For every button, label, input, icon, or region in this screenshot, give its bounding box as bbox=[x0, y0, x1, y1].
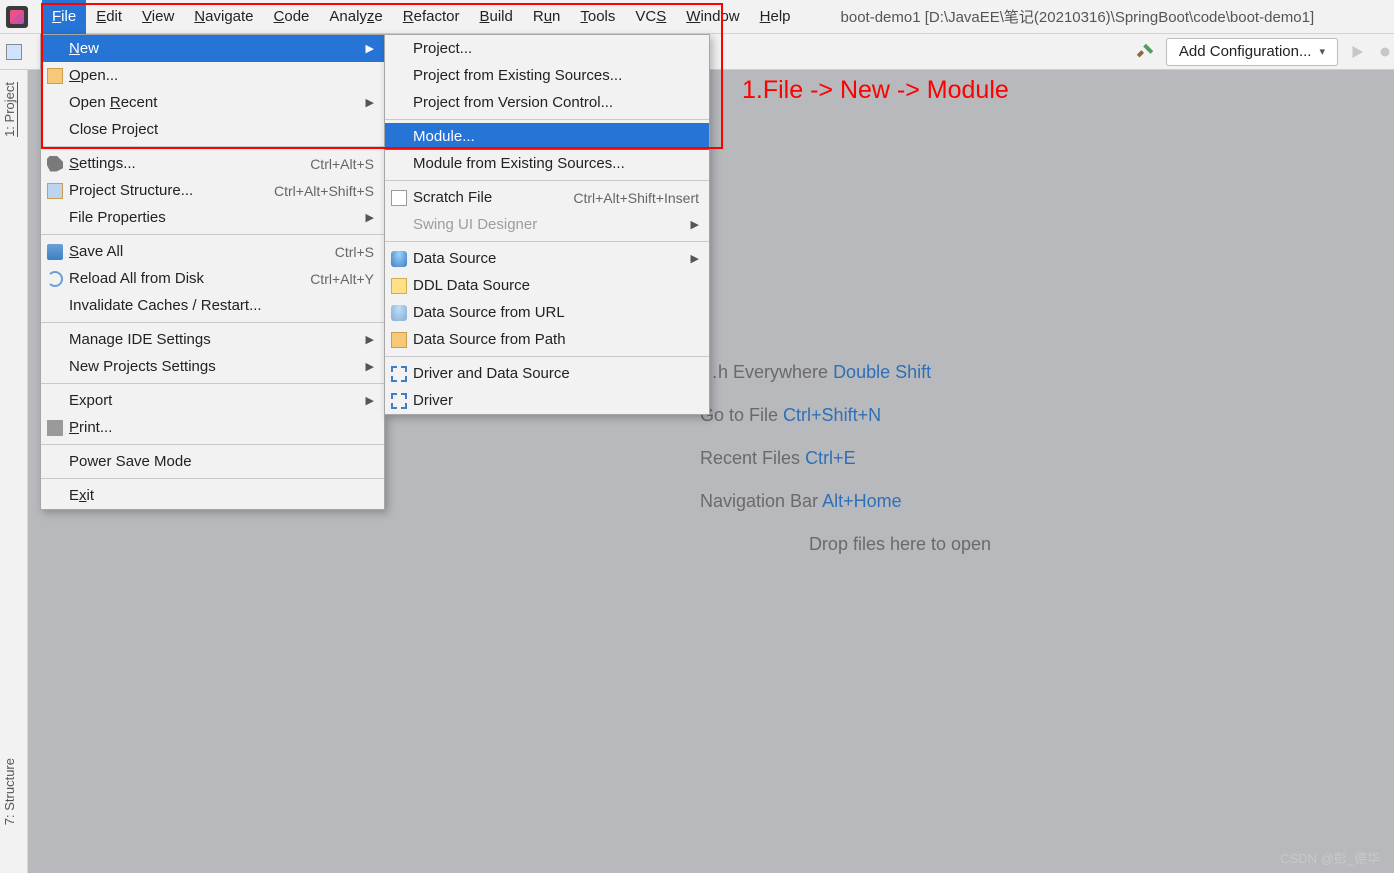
database-url-icon bbox=[391, 305, 407, 321]
hint-drop: Drop files here to open bbox=[700, 534, 1100, 555]
file-invalidate-caches[interactable]: Invalidate Caches / Restart... bbox=[41, 292, 384, 319]
window-title: boot-demo1 [D:\JavaEE\笔记(20210316)\Sprin… bbox=[841, 6, 1315, 27]
menu-analyze[interactable]: Analyze bbox=[319, 0, 392, 34]
menu-window[interactable]: Window bbox=[676, 0, 749, 34]
file-icon bbox=[391, 190, 407, 206]
menu-build[interactable]: Build bbox=[469, 0, 522, 34]
debug-icon[interactable] bbox=[1376, 43, 1394, 61]
file-open[interactable]: Open... bbox=[41, 62, 384, 89]
file-export[interactable]: Export▶ bbox=[41, 387, 384, 414]
watermark: CSDN @彭_德华 bbox=[1280, 848, 1380, 867]
separator bbox=[385, 180, 709, 181]
new-module-existing[interactable]: Module from Existing Sources... bbox=[385, 150, 709, 177]
annotation-text: 1.File -> New -> Module bbox=[742, 76, 1009, 105]
submenu-arrow-icon: ▶ bbox=[366, 96, 374, 109]
file-exit[interactable]: Exit bbox=[41, 482, 384, 509]
file-new-project-settings[interactable]: New Projects Settings▶ bbox=[41, 353, 384, 380]
submenu-arrow-icon: ▶ bbox=[366, 42, 374, 55]
submenu-arrow-icon: ▶ bbox=[691, 218, 699, 231]
new-driver-data-source[interactable]: Driver and Data Source bbox=[385, 360, 709, 387]
file-close-project[interactable]: Close Project bbox=[41, 116, 384, 143]
submenu-arrow-icon: ▶ bbox=[366, 211, 374, 224]
new-module[interactable]: Module... bbox=[385, 123, 709, 150]
menu-code[interactable]: Code bbox=[264, 0, 320, 34]
file-power-save[interactable]: Power Save Mode bbox=[41, 448, 384, 475]
separator bbox=[41, 383, 384, 384]
wrench-icon bbox=[47, 156, 63, 172]
chevron-down-icon: ▾ bbox=[1319, 45, 1325, 58]
driver-ds-icon bbox=[391, 366, 407, 382]
separator bbox=[385, 119, 709, 120]
print-icon bbox=[47, 420, 63, 436]
welcome-hints: …h Everywhere Double Shift Go to File Ct… bbox=[700, 370, 1100, 577]
structure-tool-button[interactable]: 7: Structure bbox=[2, 750, 17, 833]
menu-refactor[interactable]: Refactor bbox=[393, 0, 470, 34]
menu-navigate[interactable]: Navigate bbox=[184, 0, 263, 34]
menu-edit[interactable]: Edit bbox=[86, 0, 132, 34]
ddl-icon bbox=[391, 278, 407, 294]
database-icon bbox=[391, 251, 407, 267]
file-manage-ide-settings[interactable]: Manage IDE Settings▶ bbox=[41, 326, 384, 353]
new-ddl-data-source[interactable]: DDL Data Source bbox=[385, 272, 709, 299]
reload-icon bbox=[47, 271, 63, 287]
file-properties[interactable]: File Properties▶ bbox=[41, 204, 384, 231]
new-data-source-path[interactable]: Data Source from Path bbox=[385, 326, 709, 353]
file-open-recent[interactable]: Open Recent▶ bbox=[41, 89, 384, 116]
driver-icon bbox=[391, 393, 407, 409]
submenu-arrow-icon: ▶ bbox=[366, 360, 374, 373]
hint-gotofile: Go to File Ctrl+Shift+N bbox=[700, 405, 1100, 426]
hint-search: …h Everywhere Double Shift bbox=[700, 362, 1100, 383]
menu-tools[interactable]: Tools bbox=[570, 0, 625, 34]
new-driver[interactable]: Driver bbox=[385, 387, 709, 414]
separator bbox=[41, 322, 384, 323]
menu-run[interactable]: Run bbox=[523, 0, 571, 34]
structure-icon bbox=[47, 183, 63, 199]
hint-navbar: Navigation Bar Alt+Home bbox=[700, 491, 1100, 512]
separator bbox=[41, 146, 384, 147]
submenu-arrow-icon: ▶ bbox=[366, 394, 374, 407]
save-icon bbox=[47, 244, 63, 260]
menu-vcs[interactable]: VCS bbox=[625, 0, 676, 34]
menubar: File Edit View Navigate Code Analyze Ref… bbox=[0, 0, 1394, 34]
new-project-existing[interactable]: Project from Existing Sources... bbox=[385, 62, 709, 89]
submenu-arrow-icon: ▶ bbox=[691, 252, 699, 265]
separator bbox=[41, 234, 384, 235]
folder-icon bbox=[47, 68, 63, 84]
build-icon[interactable] bbox=[1134, 41, 1156, 63]
new-data-source[interactable]: Data Source▶ bbox=[385, 245, 709, 272]
new-scratch-file[interactable]: Scratch FileCtrl+Alt+Shift+Insert bbox=[385, 184, 709, 211]
file-save-all[interactable]: Save AllCtrl+S bbox=[41, 238, 384, 265]
add-configuration-button[interactable]: Add Configuration...▾ bbox=[1166, 38, 1338, 66]
file-settings[interactable]: Settings...Ctrl+Alt+S bbox=[41, 150, 384, 177]
menu-file[interactable]: File bbox=[42, 0, 86, 34]
new-swing-designer: Swing UI Designer▶ bbox=[385, 211, 709, 238]
file-project-structure[interactable]: Project Structure...Ctrl+Alt+Shift+S bbox=[41, 177, 384, 204]
new-project-vcs[interactable]: Project from Version Control... bbox=[385, 89, 709, 116]
file-dropdown: New▶ Open... Open Recent▶ Close Project … bbox=[40, 34, 385, 510]
new-project[interactable]: Project... bbox=[385, 35, 709, 62]
project-view-icon[interactable] bbox=[6, 44, 22, 60]
run-icon[interactable] bbox=[1348, 43, 1366, 61]
app-icon bbox=[6, 6, 28, 28]
left-tool-strip: 1: Project 7: Structure bbox=[0, 70, 28, 873]
file-print[interactable]: Print... bbox=[41, 414, 384, 441]
submenu-arrow-icon: ▶ bbox=[366, 333, 374, 346]
hint-recent: Recent Files Ctrl+E bbox=[700, 448, 1100, 469]
new-submenu: Project... Project from Existing Sources… bbox=[384, 34, 710, 415]
separator bbox=[41, 444, 384, 445]
separator bbox=[385, 356, 709, 357]
file-reload[interactable]: Reload All from DiskCtrl+Alt+Y bbox=[41, 265, 384, 292]
project-tool-button[interactable]: 1: Project bbox=[2, 74, 17, 145]
menu-view[interactable]: View bbox=[132, 0, 184, 34]
separator bbox=[41, 478, 384, 479]
file-new[interactable]: New▶ bbox=[41, 35, 384, 62]
folder-icon bbox=[391, 332, 407, 348]
menu-help[interactable]: Help bbox=[750, 0, 801, 34]
separator bbox=[385, 241, 709, 242]
new-data-source-url[interactable]: Data Source from URL bbox=[385, 299, 709, 326]
